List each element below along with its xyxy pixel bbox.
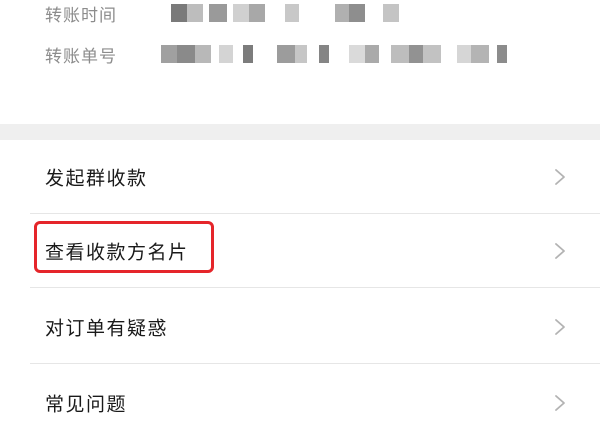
menu-item-view-payee-card[interactable]: 查看收款方名片 xyxy=(0,214,600,288)
menu-item-label: 常见问题 xyxy=(45,393,128,416)
chevron-right-icon xyxy=(555,319,565,335)
menu-item-faq[interactable]: 常见问题 xyxy=(0,366,600,440)
menu-item-start-group-collection[interactable]: 发起群收款 xyxy=(0,140,600,214)
transfer-number-label: 转账单号 xyxy=(45,46,117,67)
row-separator xyxy=(30,287,600,288)
chevron-right-icon xyxy=(555,243,565,259)
transfer-number-value-redacted xyxy=(157,45,537,63)
menu-item-label: 发起群收款 xyxy=(45,167,148,190)
chevron-right-icon xyxy=(555,395,565,411)
action-menu: 发起群收款 查看收款方名片 对订单有疑惑 常见问题 xyxy=(0,140,600,420)
transfer-time-label: 转账时间 xyxy=(45,5,117,26)
chevron-right-icon xyxy=(555,169,565,185)
menu-item-label: 查看收款方名片 xyxy=(45,241,189,264)
transfer-time-row: 转账时间 xyxy=(45,0,399,26)
section-divider xyxy=(0,124,600,140)
menu-item-label: 对订单有疑惑 xyxy=(45,317,169,340)
menu-item-order-question[interactable]: 对订单有疑惑 xyxy=(0,290,600,364)
row-separator xyxy=(30,363,600,364)
transfer-time-value-redacted xyxy=(157,4,399,22)
transfer-number-row: 转账单号 xyxy=(45,41,537,67)
transfer-info-section: 转账时间 转账单号 xyxy=(0,0,600,124)
